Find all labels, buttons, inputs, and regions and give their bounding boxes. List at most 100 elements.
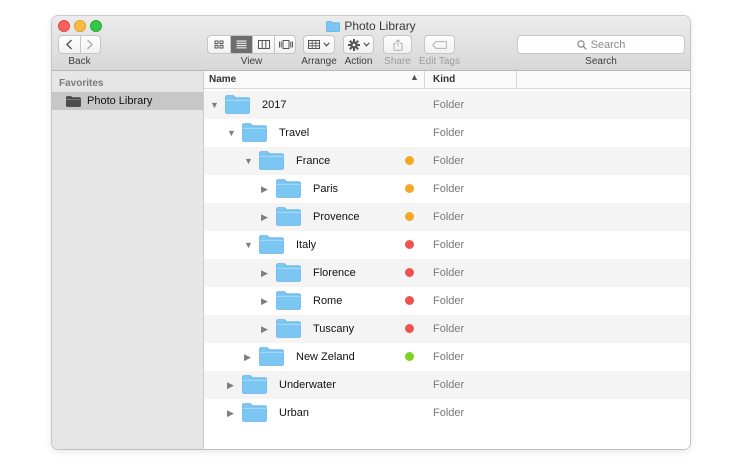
folder-icon — [276, 179, 301, 201]
row-name: 2017 — [262, 99, 287, 111]
folder-icon — [276, 291, 301, 313]
search-placeholder: Search — [590, 38, 626, 51]
arrange-button[interactable] — [303, 35, 335, 54]
color-tag-red — [405, 240, 414, 249]
tag-icon — [431, 40, 447, 49]
disclosure-triangle-expanded-icon[interactable]: ▼ — [210, 100, 219, 110]
table-row[interactable]: ▶ Tuscany Folder — [204, 315, 690, 343]
chevron-down-icon — [362, 42, 370, 47]
table-row[interactable]: ▼ 2017 Folder — [204, 91, 690, 119]
action-button[interactable] — [343, 35, 374, 54]
back-forward-control — [58, 35, 101, 54]
table-row[interactable]: ▼ France Folder — [204, 147, 690, 175]
row-kind: Folder — [433, 267, 465, 279]
row-name: France — [296, 155, 331, 167]
folder-icon — [276, 207, 301, 229]
chevron-down-icon — [323, 42, 330, 47]
row-name: Italy — [296, 239, 317, 251]
table-row[interactable]: ▶ Underwater Folder — [204, 371, 690, 399]
sidebar-header: Favorites — [59, 78, 104, 89]
folder-icon — [259, 235, 284, 257]
table-row[interactable]: ▼ Italy Folder — [204, 231, 690, 259]
row-kind: Folder — [433, 99, 465, 111]
row-kind: Folder — [433, 183, 465, 195]
share-button[interactable] — [383, 35, 412, 54]
disclosure-triangle-collapsed-icon[interactable]: ▶ — [261, 184, 268, 194]
folder-icon — [276, 319, 301, 341]
table-row[interactable]: ▼ Travel Folder — [204, 119, 690, 147]
list-icon — [236, 40, 247, 49]
disclosure-triangle-collapsed-icon[interactable]: ▶ — [261, 296, 268, 306]
toolbar: Photo Library Back View Arrange Action S… — [52, 16, 690, 71]
arrange-label: Arrange — [301, 56, 337, 67]
row-kind: Folder — [433, 323, 465, 335]
table-row[interactable]: ▶ Provence Folder — [204, 203, 690, 231]
column-header-name[interactable]: Name — [209, 74, 236, 85]
sidebar-item-label: Photo Library — [87, 95, 153, 107]
disclosure-triangle-collapsed-icon[interactable]: ▶ — [261, 324, 268, 334]
disclosure-triangle-collapsed-icon[interactable]: ▶ — [227, 408, 234, 418]
sort-ascending-icon: ▲ — [410, 72, 419, 82]
folder-icon — [326, 21, 341, 35]
folder-icon — [242, 123, 267, 145]
row-kind: Folder — [433, 407, 465, 419]
back-label: Back — [68, 56, 91, 67]
forward-button[interactable] — [80, 36, 101, 53]
table-row[interactable]: ▶ Rome Folder — [204, 287, 690, 315]
disclosure-triangle-expanded-icon[interactable]: ▼ — [244, 156, 253, 166]
sidebar-item-photo-library[interactable]: Photo Library — [52, 92, 203, 110]
row-name: Provence — [313, 211, 360, 223]
disclosure-triangle-collapsed-icon[interactable]: ▶ — [261, 268, 268, 278]
row-name: Florence — [313, 267, 356, 279]
share-icon — [393, 38, 402, 51]
row-kind: Folder — [433, 295, 465, 307]
sidebar: Favorites Photo Library — [52, 71, 204, 449]
row-kind: Folder — [433, 127, 465, 139]
row-name: New Zeland — [296, 351, 355, 363]
arrange-grid-icon — [308, 40, 320, 49]
chevron-left-icon — [66, 39, 73, 50]
table-row[interactable]: ▶ Paris Folder — [204, 175, 690, 203]
icon-view-button[interactable] — [208, 36, 230, 53]
gear-icon — [347, 38, 360, 51]
column-header-kind[interactable]: Kind — [433, 74, 455, 85]
gallery-icon — [279, 40, 293, 49]
disclosure-triangle-expanded-icon[interactable]: ▼ — [244, 240, 253, 250]
folder-icon — [242, 403, 267, 425]
column-view-button[interactable] — [253, 36, 274, 53]
view-segmented-control — [207, 35, 296, 54]
row-name: Paris — [313, 183, 339, 195]
color-tag-red — [405, 296, 414, 305]
columns-icon — [257, 40, 270, 49]
table-row[interactable]: ▶ New Zeland Folder — [204, 343, 690, 371]
column-header: Name ▲ Kind — [204, 71, 690, 89]
row-name: Travel — [279, 127, 310, 139]
disclosure-triangle-collapsed-icon[interactable]: ▶ — [227, 380, 234, 390]
disclosure-triangle-expanded-icon[interactable]: ▼ — [227, 128, 236, 138]
folder-icon — [242, 375, 267, 397]
file-list: Name ▲ Kind ▼ 2017 Folder ▼ Travel Folder ▼ Fra… — [204, 71, 690, 449]
window-title-text: Photo Library — [344, 19, 416, 33]
list-view-button[interactable] — [231, 36, 252, 53]
table-row[interactable]: ▶ Urban Folder — [204, 399, 690, 427]
row-kind: Folder — [433, 211, 465, 223]
window-title: Photo Library — [52, 19, 690, 35]
back-button[interactable] — [59, 36, 80, 53]
row-name: Urban — [279, 407, 309, 419]
gallery-view-button[interactable] — [275, 36, 295, 53]
finder-window: Photo Library Back View Arrange Action S… — [52, 16, 690, 449]
folder-icon — [276, 263, 301, 285]
folder-icon — [259, 347, 284, 369]
folder-icon — [225, 95, 250, 117]
table-row[interactable]: ▶ Florence Folder — [204, 259, 690, 287]
disclosure-triangle-collapsed-icon[interactable]: ▶ — [244, 352, 251, 362]
edit-tags-button[interactable] — [424, 35, 455, 54]
disclosure-triangle-collapsed-icon[interactable]: ▶ — [261, 212, 268, 222]
color-tag-green — [405, 352, 414, 361]
color-tag-orange — [405, 156, 414, 165]
file-rows: ▼ 2017 Folder ▼ Travel Folder ▼ France Folder ▶ Pa… — [204, 91, 690, 427]
search-input[interactable]: Search — [517, 35, 685, 54]
color-tag-red — [405, 324, 414, 333]
grid-icon — [214, 40, 224, 49]
row-name: Underwater — [279, 379, 336, 391]
